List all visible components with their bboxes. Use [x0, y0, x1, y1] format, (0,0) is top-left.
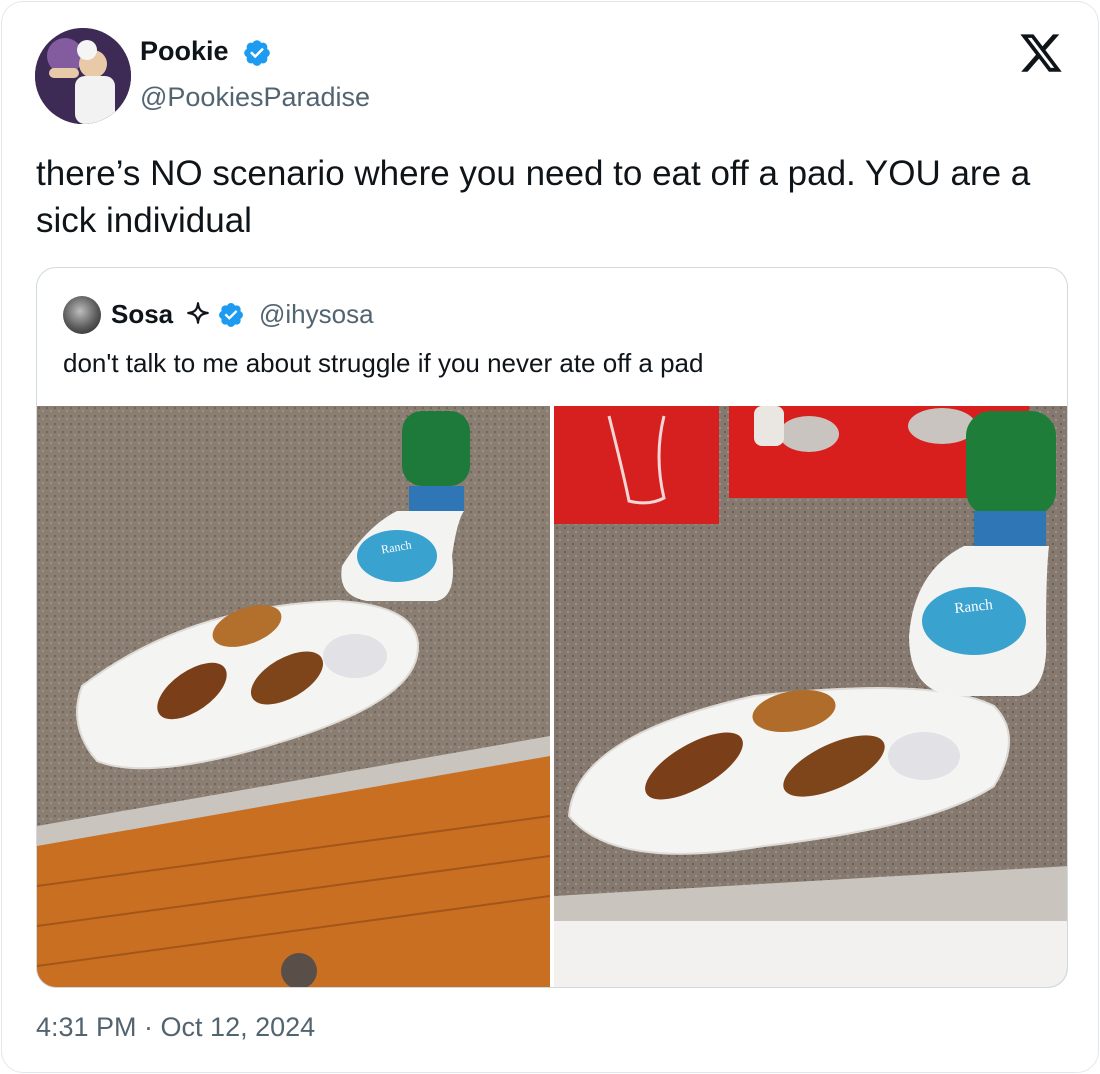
verified-badge-icon	[244, 40, 270, 66]
tweet-timestamp[interactable]: 4:31 PM · Oct 12, 2024	[36, 1012, 315, 1043]
quoted-author-handle[interactable]: @ihysosa	[259, 299, 374, 330]
x-logo-icon[interactable]	[1017, 30, 1065, 76]
quoted-tweet[interactable]: Sosa @ihysosa don't talk to me about str…	[36, 267, 1068, 988]
quoted-tweet-text: don't talk to me about struggle if you n…	[63, 348, 704, 378]
photo-wings-on-pad-left[interactable]: Ranch	[37, 406, 550, 987]
author-handle[interactable]: @PookiesParadise	[140, 82, 370, 113]
author-name[interactable]: Pookie	[140, 36, 229, 67]
tweet-text: there’s NO scenario where you need to ea…	[36, 154, 1031, 240]
quoted-author-name[interactable]: Sosa	[111, 299, 173, 330]
sparkle-icon	[187, 302, 209, 324]
photo-wings-on-pad-right[interactable]: Ranch	[554, 406, 1067, 987]
quoted-author-avatar[interactable]	[63, 296, 101, 334]
verified-badge-icon	[219, 303, 243, 327]
author-avatar[interactable]	[35, 28, 131, 124]
tweet-card: Pookie @PookiesParadise there’s NO scena…	[1, 1, 1099, 1073]
